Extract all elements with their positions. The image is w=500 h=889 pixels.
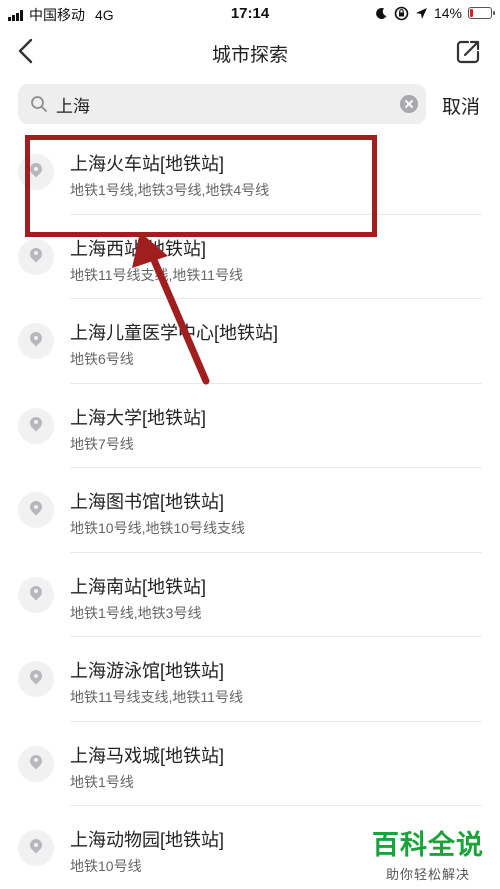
list-item[interactable]: 上海火车站[地铁站] 地铁1号线,地铁3号线,地铁4号线 [0,130,500,215]
station-name: 上海马戏城[地铁站] [70,745,225,766]
location-pin-icon [18,745,54,782]
location-pin-icon [18,154,54,190]
battery-percent: 14% [433,5,462,21]
share-button[interactable] [454,38,482,66]
status-right: 14% [375,5,495,21]
station-name: 上海图书馆[地铁站] [70,492,225,512]
list-item[interactable]: 上海图书馆[地铁站] 地铁10号线,地铁10号线支线 [0,468,500,553]
station-lines: 地铁6号线 [70,351,134,367]
list-item[interactable]: 上海马戏城[地铁站] 地铁1号线 [0,722,500,806]
search-row: 取消 [0,84,500,126]
location-pin-icon [18,407,54,444]
station-lines: 地铁11号线支线,地铁11号线 [70,266,243,283]
battery-icon [468,7,495,19]
station-name: 上海游泳馆[地铁站] [70,661,225,681]
location-pin-icon [18,238,54,275]
station-lines: 地铁11号线支线,地铁11号线 [70,689,243,705]
page-title: 城市探索 [211,45,288,66]
location-pin-icon [18,830,54,866]
station-name: 上海西站[地铁站] [70,238,207,259]
list-item[interactable]: 上海儿童医学中心[地铁站] 地铁6号线 [0,299,500,384]
search-box [18,84,426,124]
station-name: 上海大学[地铁站] [70,407,207,428]
station-lines: 地铁10号线,地铁10号线支线 [70,520,246,536]
rotation-lock-icon [394,6,409,20]
list-item[interactable]: 上海南站[地铁站] 地铁1号线,地铁3号线 [0,553,500,637]
location-pin-icon [18,492,54,528]
list-item[interactable]: 上海游泳馆[地铁站] 地铁11号线支线,地铁11号线 [0,637,500,722]
status-bar: 中国移动 4G 17:14 14% [0,0,500,26]
station-lines: 地铁10号线 [70,858,142,874]
location-pin-icon [18,576,54,613]
station-lines: 地铁7号线 [70,435,134,452]
station-lines: 地铁1号线 [70,773,134,790]
nav-bar: 城市探索 [0,26,500,78]
search-icon [31,96,47,112]
station-name: 上海动物园[地铁站] [70,830,225,850]
battery-fill [470,9,473,17]
location-pin-icon [18,323,54,359]
station-name: 上海儿童医学中心[地铁站] [70,323,279,343]
station-lines: 地铁1号线,地铁3号线 [70,604,202,621]
moon-icon [376,7,387,19]
share-icon [456,40,480,64]
location-arrow-icon [415,7,427,19]
watermark-title: 百科全说 [372,830,484,860]
station-name: 上海南站[地铁站] [70,576,207,597]
watermark-logo: 百科全说 助你轻松解决 [372,823,484,883]
search-input[interactable] [56,84,386,124]
list-item[interactable]: 上海大学[地铁站] 地铁7号线 [0,384,500,468]
cancel-button[interactable]: 取消 [442,92,480,119]
clear-search-button[interactable] [400,95,418,113]
result-list: 上海火车站[地铁站] 地铁1号线,地铁3号线,地铁4号线 上海西站[地铁站] 地… [0,130,500,889]
station-lines: 地铁1号线,地铁3号线,地铁4号线 [70,182,270,198]
location-pin-icon [18,661,54,697]
watermark-subtitle: 助你轻松解决 [385,867,470,882]
list-item[interactable]: 上海西站[地铁站] 地铁11号线支线,地铁11号线 [0,215,500,299]
station-name: 上海火车站[地铁站] [70,154,225,174]
